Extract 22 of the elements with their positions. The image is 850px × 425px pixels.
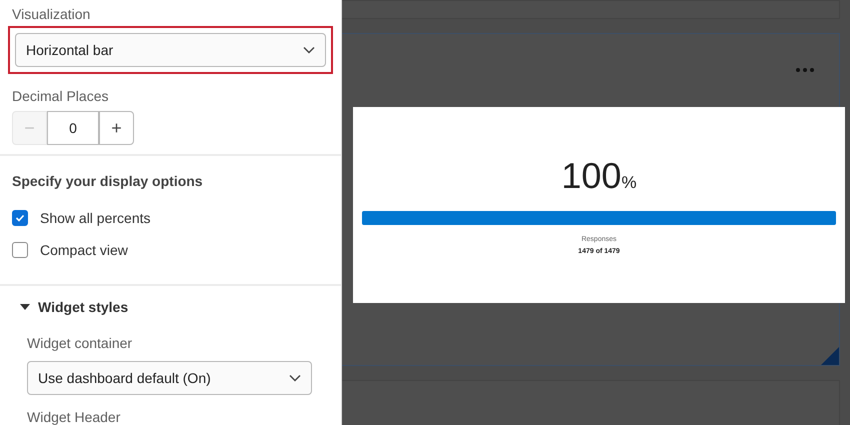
checkmark-icon (15, 214, 25, 222)
field-label: Widget Header (27, 409, 122, 425)
field-label: Decimal Places (12, 88, 110, 104)
checkbox[interactable] (12, 210, 28, 226)
number-field[interactable]: 0 (47, 111, 99, 145)
caret-icon[interactable] (20, 304, 30, 310)
percent-value: 100 (561, 155, 622, 197)
chevron-down-icon (289, 374, 301, 382)
checkbox-label[interactable]: Compact view (40, 242, 128, 258)
chevron-down-icon (303, 46, 315, 54)
section-toggle[interactable]: Widget styles (38, 299, 128, 315)
visualization-dropdown[interactable]: Horizontal bar (15, 33, 326, 67)
checkbox[interactable] (12, 242, 28, 258)
container-dropdown[interactable]: Use dashboard default (On) (27, 361, 312, 395)
more-options-icon[interactable] (796, 68, 814, 72)
checkbox-label[interactable]: Show all percents (40, 210, 151, 226)
percent-unit: % (621, 173, 637, 193)
field-label: Visualization (12, 6, 92, 22)
section-heading: Specify your display options (12, 173, 204, 189)
resize-handle-icon[interactable] (821, 347, 839, 365)
increment-button[interactable]: + (99, 111, 134, 145)
field-label: Widget container (27, 335, 134, 351)
